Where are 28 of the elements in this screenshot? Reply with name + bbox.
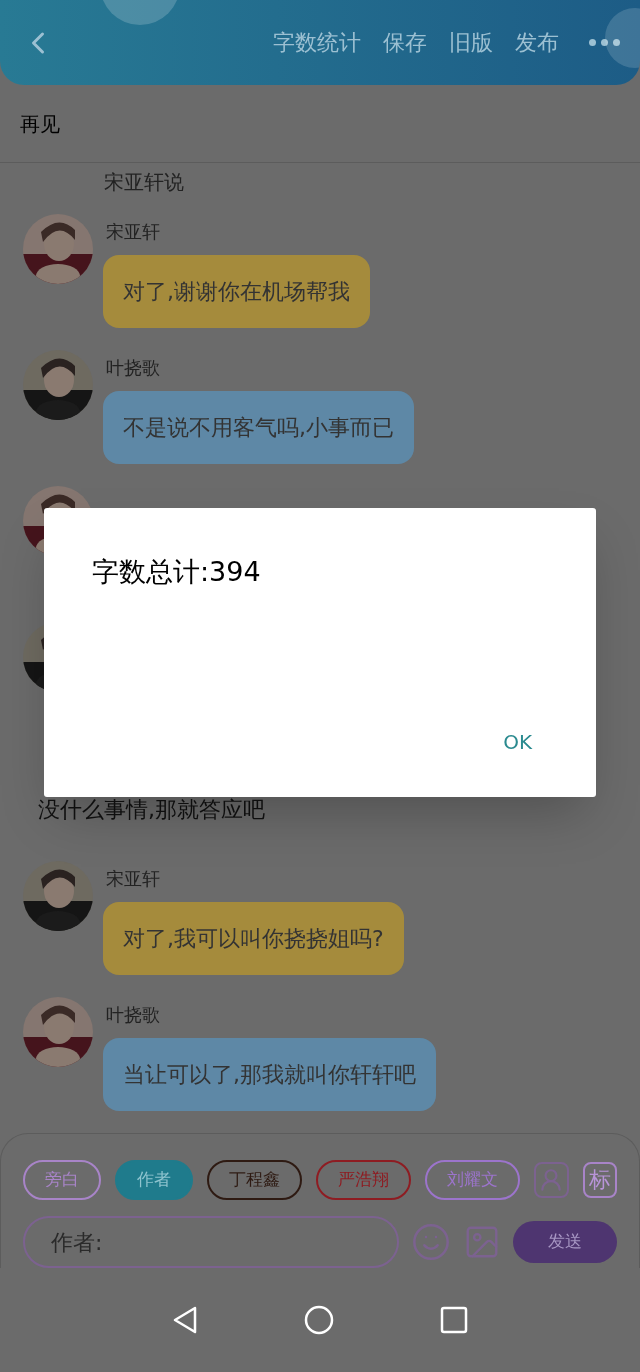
message-bubble: 对了,谢谢你在机场帮我: [103, 254, 370, 328]
role-chip[interactable]: 旁白: [23, 1160, 101, 1200]
sender-name: 宋亚轩: [106, 219, 161, 244]
sender-name: 叶挠歌: [106, 355, 161, 380]
narration-text: 没什么事情,那就答应吧: [38, 795, 265, 824]
dialog-message: 字数总计:394: [92, 555, 261, 589]
chat-text: 宋亚轩说: [104, 170, 184, 194]
recents-nav-icon[interactable]: [440, 1306, 468, 1334]
message-input[interactable]: 作者:: [23, 1216, 400, 1268]
sender-name: 叶挠歌: [106, 1003, 161, 1027]
message-bubble: 对了,我可以叫你挠挠姐吗?: [103, 902, 404, 975]
role-chip[interactable]: 丁程鑫: [207, 1160, 302, 1200]
ok-button[interactable]: OK: [495, 723, 540, 761]
send-button[interactable]: 发送: [513, 1221, 617, 1263]
tag-button[interactable]: 标: [582, 1162, 617, 1198]
sender-name: 宋亚轩: [106, 867, 161, 891]
header-action[interactable]: 旧版: [449, 26, 493, 59]
message-bubble: 不是说不用客气吗,小事而已: [103, 390, 414, 464]
role-chip[interactable]: 严浩翔: [316, 1160, 411, 1200]
header-action[interactable]: 发布: [515, 26, 559, 59]
message-bubble: 当让可以了,那我就叫你轩轩吧: [103, 1038, 436, 1111]
more-icon[interactable]: [589, 39, 620, 46]
role-chip[interactable]: 作者: [115, 1160, 193, 1200]
header-action[interactable]: 字数统计: [273, 26, 361, 59]
story-title: 再见: [20, 110, 60, 138]
back-nav-icon[interactable]: [172, 1305, 198, 1335]
header-action[interactable]: 保存: [383, 26, 427, 59]
home-nav-icon[interactable]: [304, 1305, 334, 1335]
